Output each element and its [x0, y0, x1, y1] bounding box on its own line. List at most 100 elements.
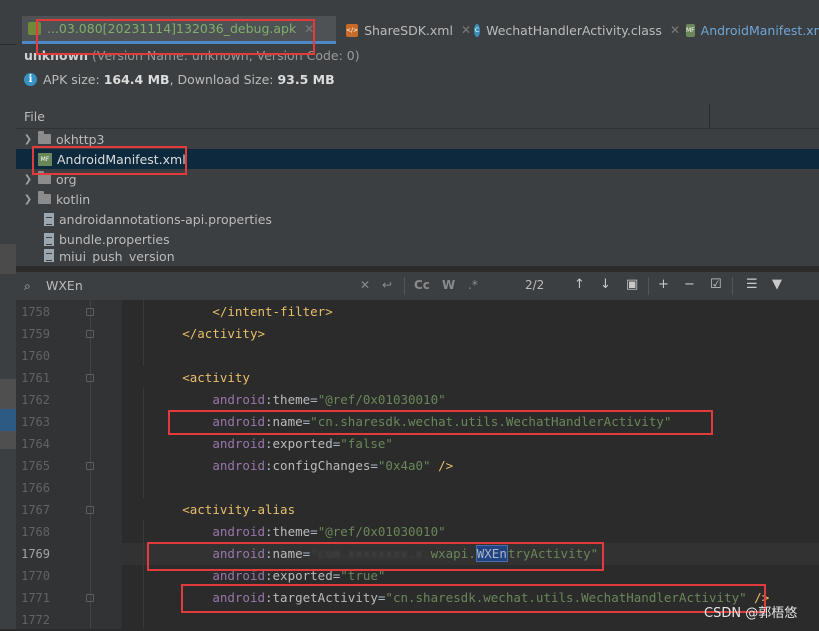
fold-toggle-icon[interactable] [86, 330, 94, 338]
select-all-occurrences-icon[interactable]: ▣ [626, 277, 638, 292]
code-line[interactable]: android:name="com.xxxxxxxx.x.wxapi.WXEnt… [122, 543, 819, 565]
match-case-toggle[interactable]: Cc [414, 278, 430, 292]
line-number: 1768 [21, 525, 50, 539]
new-line-icon[interactable]: ↩ [382, 278, 392, 292]
tree-item-androidannotations[interactable]: androidannotations-api.properties [16, 209, 819, 229]
code-line[interactable]: </activity> [122, 323, 819, 345]
tree-item-label: androidannotations-api.properties [59, 211, 272, 227]
clear-search-icon[interactable]: ✕ [360, 278, 370, 292]
code-token: <activity [182, 370, 250, 385]
tool-strip-marker [0, 244, 16, 274]
code-token: wxapi. [430, 546, 476, 561]
add-occurrence-icon[interactable]: + [658, 277, 669, 292]
code-token: : [265, 392, 273, 407]
code-token: android [212, 524, 265, 539]
code-line[interactable]: android:exported="false" [122, 433, 819, 455]
line-number: 1766 [21, 481, 50, 495]
fold-toggle-icon[interactable] [86, 506, 94, 514]
code-line[interactable]: <activity-alias [122, 499, 819, 521]
code-token: theme [272, 524, 311, 539]
editor-tab-bar: ...03.080[20231114]132036_debug.apk ✕ </… [0, 16, 819, 45]
apk-size-label: APK size: [43, 72, 100, 87]
code-line[interactable]: <activity [122, 367, 819, 389]
code-token: /> [430, 458, 454, 473]
code-token: </activity> [182, 326, 266, 341]
line-number: 1770 [21, 569, 50, 583]
tree-item-label: kotlin [56, 191, 91, 207]
code-line[interactable] [122, 345, 819, 367]
code-token: "@ref/0x01030010" [317, 524, 446, 539]
search-icon[interactable]: ⌕ [24, 279, 31, 294]
code-token: configChanges [272, 458, 371, 473]
filter-icon[interactable]: ▼ [772, 277, 782, 292]
code-line[interactable]: android:name="cn.sharesdk.wechat.utils.W… [122, 411, 819, 433]
code-token: = [370, 458, 378, 473]
toolbar-separator [732, 277, 733, 295]
fold-toggle-icon[interactable] [86, 594, 94, 602]
tab-apk[interactable]: ...03.080[20231114]132036_debug.apk ✕ [22, 16, 336, 44]
indent-guide [143, 520, 144, 629]
info-icon: i [24, 73, 37, 86]
line-number: 1769 [21, 547, 50, 561]
tab-wechat-class[interactable]: C WechatHandlerActivity.class ✕ [468, 16, 680, 44]
code-token: </intent-filter> [212, 304, 333, 319]
chevron-right-icon[interactable]: ❯ [22, 194, 34, 205]
remove-occurrence-icon[interactable]: − [684, 277, 695, 292]
tab-sharesdk-xml[interactable]: </> ShareSDK.xml ✕ [340, 16, 471, 44]
toolbar-separator [648, 277, 649, 295]
code-line[interactable]: android:theme="@ref/0x01030010" [122, 389, 819, 411]
tree-item-android-manifest[interactable]: MF AndroidManifest.xml [16, 149, 819, 169]
code-editor[interactable]: 1758 1759 1760 1761 1762 1763 1764 1765 1766 1767… [16, 300, 819, 629]
fold-toggle-icon[interactable] [86, 374, 94, 382]
left-tool-strip [0, 44, 16, 629]
line-number-gutter[interactable]: 1758 1759 1760 1761 1762 1763 1764 1765 1766 1767… [16, 300, 122, 629]
tool-strip-marker-active [0, 409, 16, 431]
filter-search-results-icon[interactable]: ☰ [746, 277, 758, 292]
manifest-icon: MF [38, 152, 52, 166]
next-occurrence-icon[interactable]: ↓ [600, 277, 611, 292]
column-separator[interactable] [709, 104, 710, 128]
regex-toggle[interactable]: .* [468, 278, 478, 292]
close-icon[interactable]: ✕ [304, 22, 314, 36]
code-line[interactable]: </intent-filter> [122, 301, 819, 323]
code-token: : [265, 590, 273, 605]
fold-toggle-icon[interactable] [86, 462, 94, 470]
tree-column-header[interactable]: File [16, 104, 819, 129]
code-token: name [272, 414, 303, 429]
code-line[interactable]: android:configChanges="0x4a0" /> [122, 455, 819, 477]
apk-icon [28, 22, 41, 35]
tree-item-bundle-properties[interactable]: bundle.properties [16, 229, 819, 249]
match-count: 2/2 [525, 278, 545, 292]
code-line[interactable]: android:theme="@ref/0x01030010" [122, 521, 819, 543]
apk-size-line: i APK size: 164.4 MB, Download Size: 93.… [24, 72, 335, 87]
chevron-right-icon[interactable]: ❯ [22, 134, 34, 145]
toggle-selection-icon[interactable]: ☑ [710, 277, 722, 292]
previous-occurrence-icon[interactable]: ↑ [574, 277, 585, 292]
code-token: : [265, 414, 273, 429]
tree-item-kotlin[interactable]: ❯ kotlin [16, 189, 819, 209]
code-token: "@ref/0x01030010" [317, 392, 446, 407]
whole-word-toggle[interactable]: W [442, 278, 455, 292]
search-input[interactable]: WXEn [46, 278, 83, 293]
tab-android-manifest[interactable]: MF AndroidManifest.xml [680, 16, 819, 44]
fold-toggle-icon[interactable] [86, 308, 94, 316]
tree-item-org[interactable]: ❯ org [16, 169, 819, 189]
line-number: 1763 [21, 415, 50, 429]
download-size-value: 93.5 MB [277, 72, 335, 87]
close-icon[interactable]: ✕ [670, 23, 680, 37]
tree-item-miui-push-version[interactable]: miui_push_version [16, 249, 819, 263]
chevron-right-icon[interactable]: ❯ [22, 174, 34, 185]
code-line[interactable]: android:exported="true" [122, 565, 819, 587]
code-token: targetActivity [272, 590, 378, 605]
code-token: android [212, 568, 265, 583]
tree-item-okhttp3[interactable]: ❯ okhttp3 [16, 129, 819, 149]
code-token: "cn.sharesdk.wechat.utils.WechatHandlerA… [385, 590, 747, 605]
code-line[interactable] [122, 477, 819, 499]
